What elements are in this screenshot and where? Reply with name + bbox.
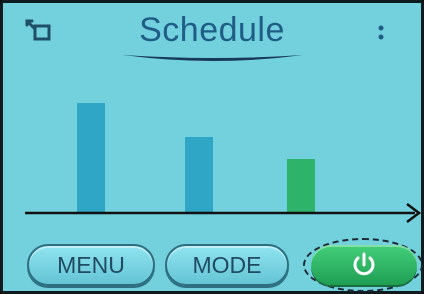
- chart-bar-3: [287, 159, 315, 213]
- screen-frame: Schedule MENU MODE: [0, 0, 424, 294]
- menu-button[interactable]: MENU: [27, 244, 155, 286]
- schedule-chart: [25, 103, 422, 223]
- chart-bar-2: [185, 137, 213, 213]
- mode-button[interactable]: MODE: [165, 244, 289, 286]
- title-underline: [123, 55, 303, 61]
- chart-bars: [77, 103, 315, 213]
- chart-bar-1: [77, 103, 105, 213]
- power-button[interactable]: [311, 245, 417, 285]
- page-title: Schedule: [139, 11, 285, 49]
- power-icon: [353, 252, 375, 276]
- more-vertical-icon[interactable]: [373, 23, 389, 43]
